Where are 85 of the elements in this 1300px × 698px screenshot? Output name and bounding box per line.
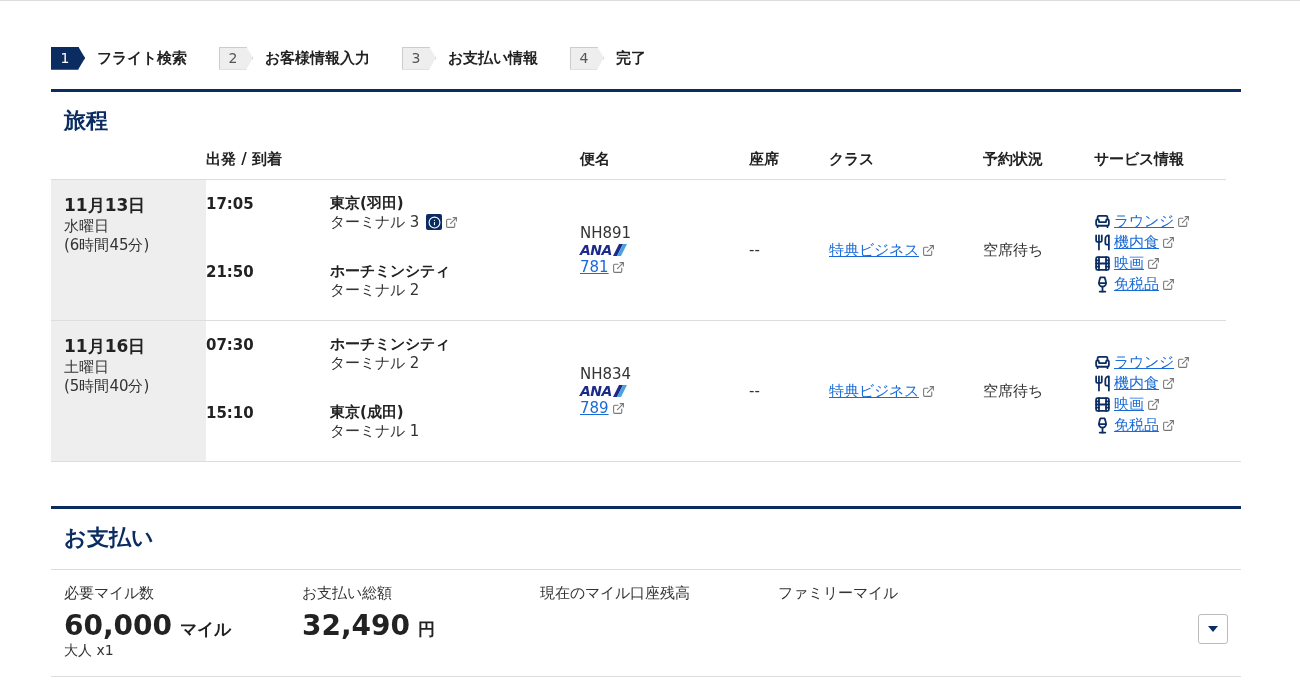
booking-status: 空席待ち — [983, 381, 1044, 401]
step-label: フライト検索 — [97, 48, 187, 68]
column-header: 予約状況 — [983, 149, 1044, 170]
airline-logo: ANA — [580, 383, 749, 400]
class-link[interactable]: 特典ビジネス — [829, 240, 919, 260]
service-link[interactable]: 映画 — [1114, 254, 1144, 273]
time: 07:30 — [206, 336, 254, 354]
column-header: 出発 / 到着 — [206, 149, 283, 170]
terminal: ターミナル 2 — [330, 280, 420, 300]
airport: 東京(成田) — [330, 403, 405, 422]
column-header: 座席 — [749, 149, 780, 170]
payment-amount: 32,490 — [302, 609, 411, 642]
duration: (5時間40分) — [64, 376, 151, 396]
service-link[interactable]: 免税品 — [1114, 416, 1159, 435]
step-number: 3 — [402, 46, 436, 70]
seat: -- — [749, 240, 760, 260]
armchair-icon — [1094, 354, 1111, 371]
film-icon — [1094, 396, 1111, 413]
column-header: サービス情報 — [1094, 149, 1185, 170]
step-label: お支払い情報 — [448, 48, 538, 68]
seat: -- — [749, 381, 760, 401]
utensils-icon — [1094, 234, 1111, 251]
section-title: 旅程 — [51, 89, 1241, 144]
service-link[interactable]: 機内食 — [1114, 233, 1159, 252]
service-link[interactable]: 機内食 — [1114, 374, 1159, 393]
external-link-icon — [1162, 377, 1175, 390]
payment-label: 現在のマイル口座残高 — [540, 584, 691, 603]
armchair-icon — [1094, 213, 1111, 230]
payment-label: お支払い総額 — [302, 584, 393, 603]
time: 15:10 — [206, 404, 254, 422]
step-label: お客様情報入力 — [265, 48, 370, 68]
airport: 東京(羽田) — [330, 194, 405, 213]
column-header: クラス — [829, 149, 875, 170]
payment-label: 必要マイル数 — [64, 584, 155, 603]
external-link-icon — [611, 260, 625, 274]
duration: (6時間45分) — [64, 235, 151, 255]
payment-unit: 円 — [418, 618, 436, 641]
flight-number: NH834 — [580, 364, 633, 384]
column-header: 便名 — [580, 149, 611, 170]
airport: ホーチミンシティ — [330, 262, 451, 281]
external-link-icon — [1177, 215, 1190, 228]
terminal: ターミナル 2 — [330, 353, 420, 373]
airline-logo: ANA — [580, 242, 749, 259]
external-link-icon — [1147, 257, 1160, 270]
external-link-icon — [1162, 419, 1175, 432]
weekday: 水曜日 — [64, 217, 110, 236]
payment-unit: マイル — [180, 618, 232, 641]
date: 11月13日 — [64, 194, 147, 217]
passenger-count: 大人 x1 — [64, 642, 115, 660]
utensils-icon — [1094, 375, 1111, 392]
date: 11月16日 — [64, 335, 147, 358]
external-link-icon — [445, 215, 459, 229]
external-link-icon — [922, 243, 935, 257]
terminal: ターミナル 1 — [330, 421, 420, 441]
service-link[interactable]: ラウンジ — [1114, 353, 1174, 372]
external-link-icon — [1162, 278, 1175, 291]
airport: ホーチミンシティ — [330, 335, 451, 354]
payment-amount: 60,000 — [64, 609, 173, 642]
weekday: 土曜日 — [64, 358, 110, 377]
film-icon — [1094, 255, 1111, 272]
booking-status: 空席待ち — [983, 240, 1044, 260]
aircraft-link[interactable]: 789 — [580, 399, 609, 418]
step-label: 完了 — [616, 48, 646, 68]
step-number: 4 — [570, 46, 604, 70]
external-link-icon — [1177, 356, 1190, 369]
service-link[interactable]: 映画 — [1114, 395, 1144, 414]
external-link-icon — [922, 384, 935, 398]
payment-label: ファミリーマイル — [778, 584, 899, 603]
section-title: お支払い — [51, 506, 1241, 561]
step-number: 1 — [51, 46, 85, 70]
step-number: 2 — [219, 46, 253, 70]
info-icon[interactable] — [426, 214, 443, 231]
flight-number: NH891 — [580, 223, 633, 243]
external-link-icon — [1147, 398, 1160, 411]
service-link[interactable]: ラウンジ — [1114, 212, 1174, 231]
time: 21:50 — [206, 263, 254, 281]
aircraft-link[interactable]: 781 — [580, 258, 609, 277]
service-link[interactable]: 免税品 — [1114, 275, 1159, 294]
time: 17:05 — [206, 195, 254, 213]
terminal: ターミナル 3 — [330, 212, 420, 232]
expand-button[interactable] — [1198, 614, 1228, 644]
class-link[interactable]: 特典ビジネス — [829, 381, 919, 401]
caret-down-icon — [1208, 626, 1218, 632]
external-link-icon — [611, 401, 625, 415]
external-link-icon — [1162, 236, 1175, 249]
